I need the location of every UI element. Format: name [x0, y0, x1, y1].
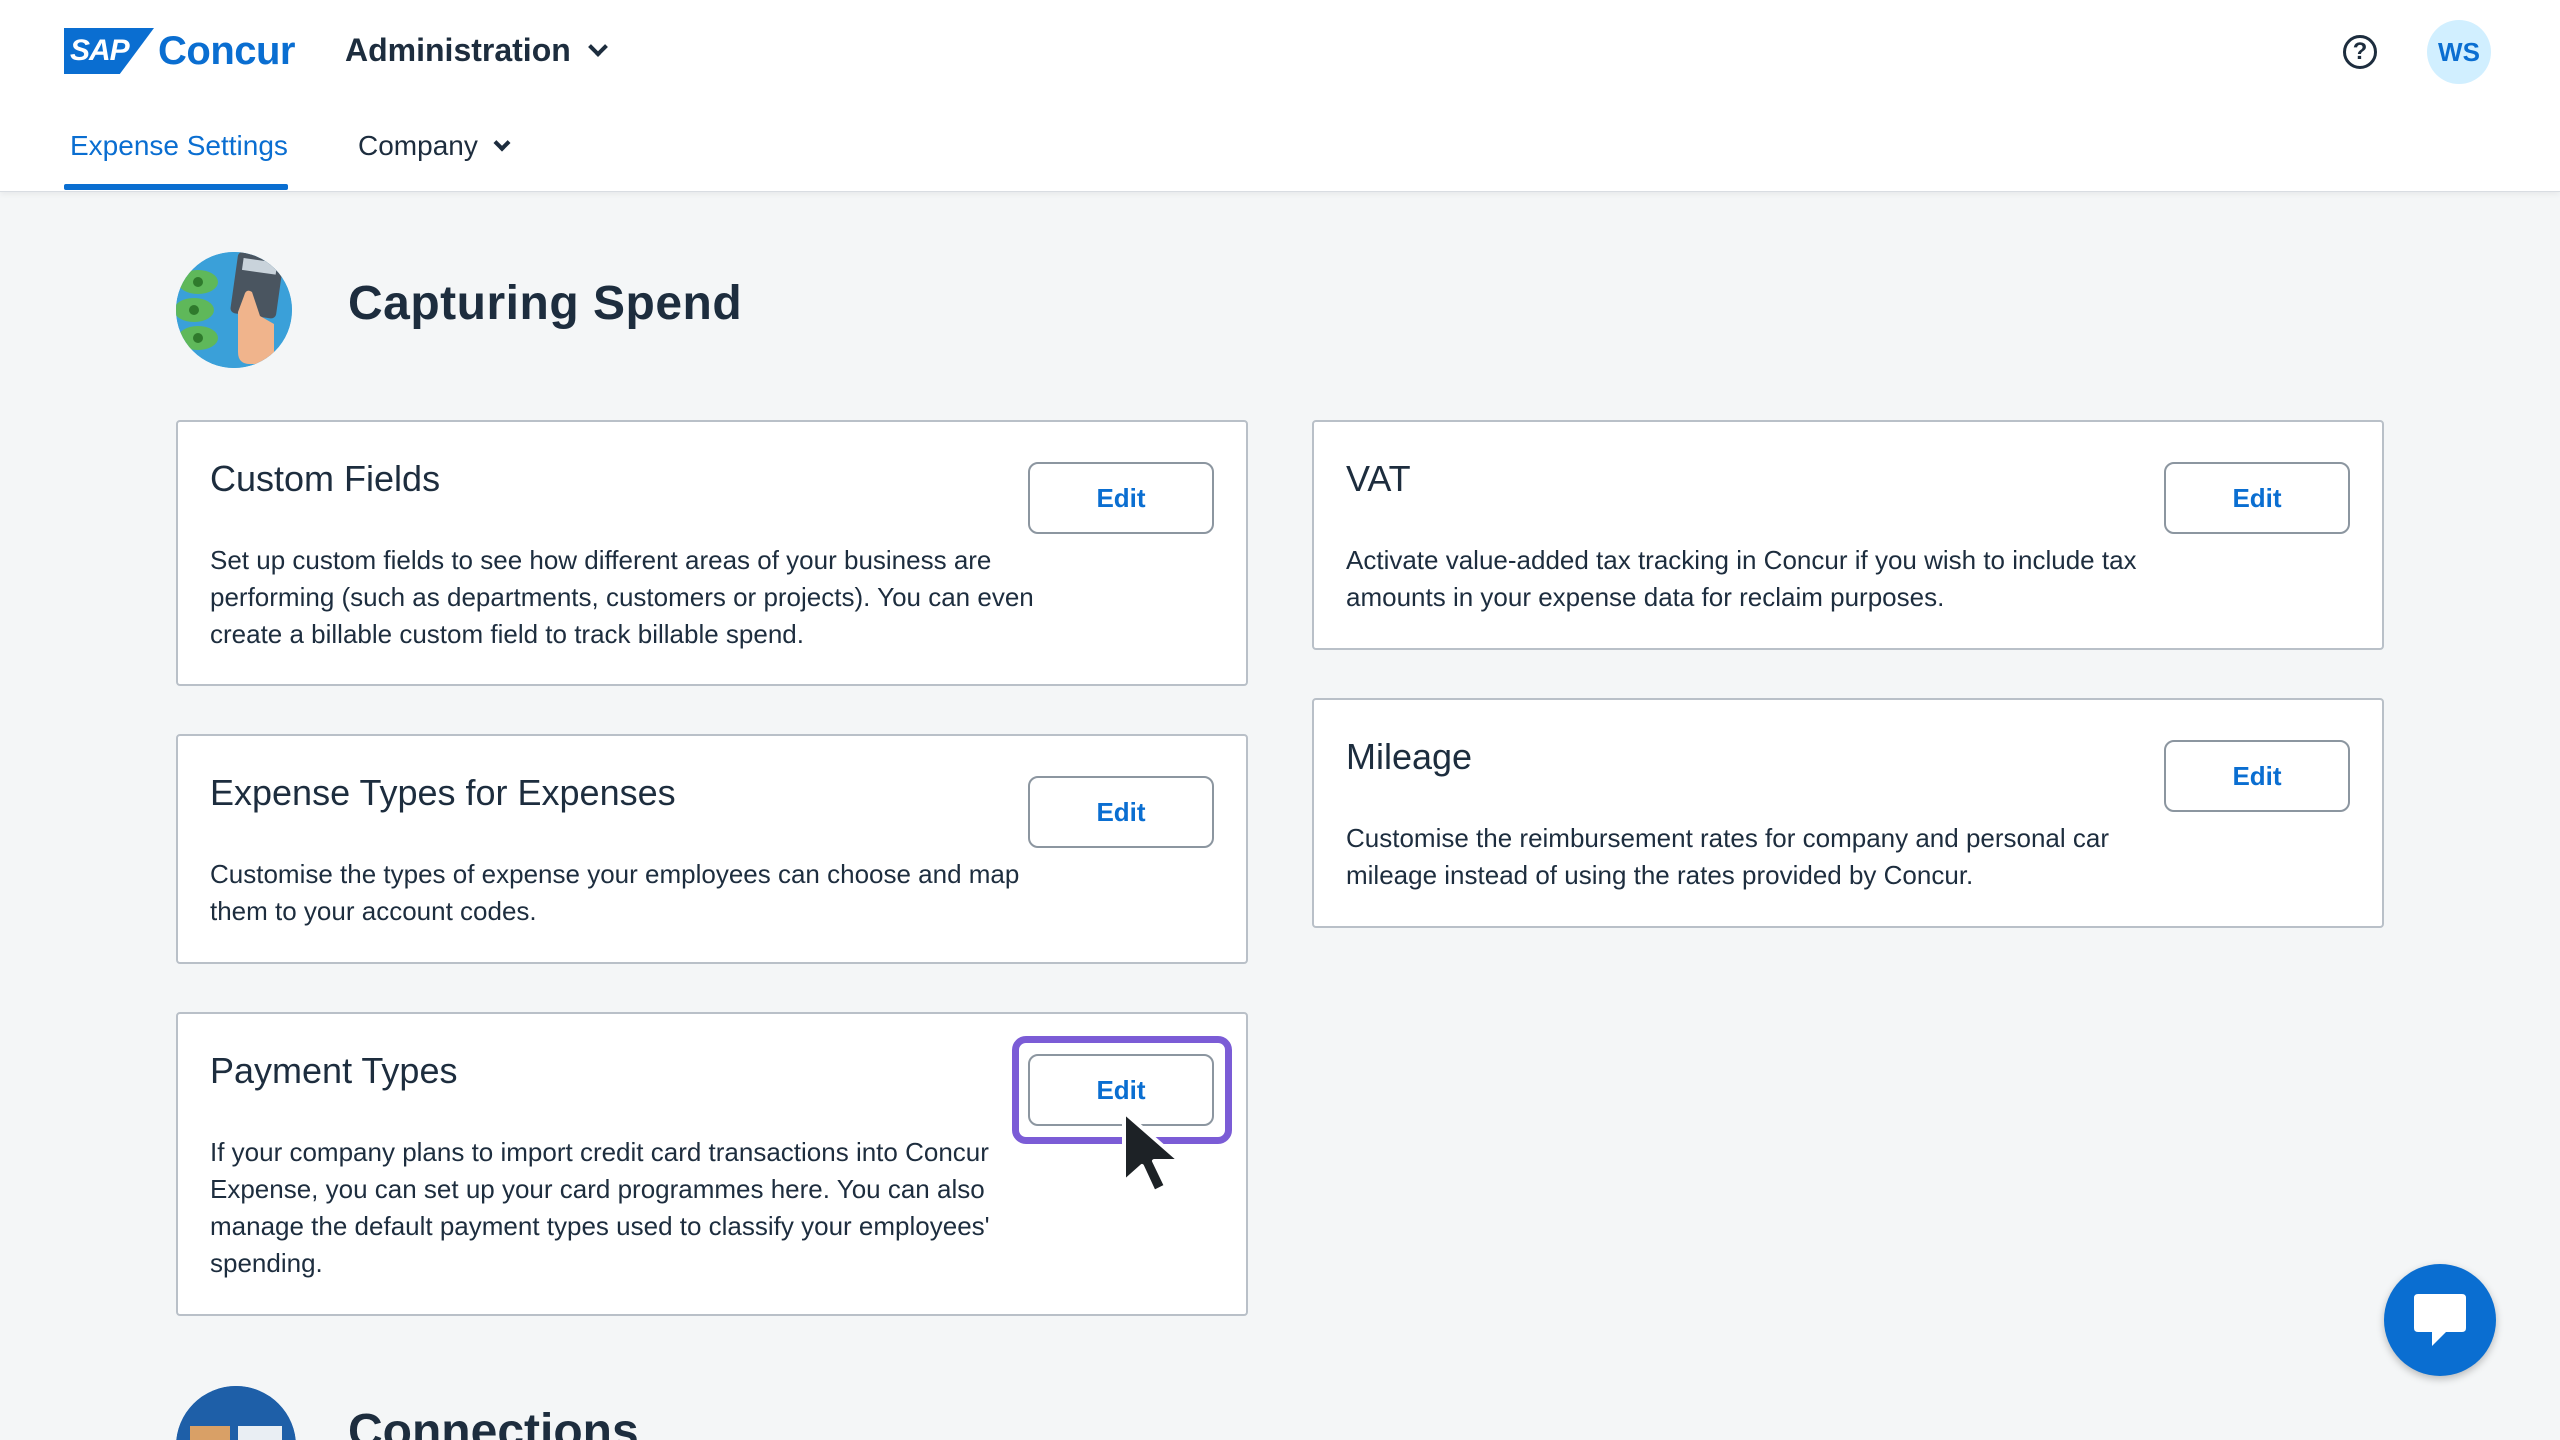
chat-bubble-icon: [2414, 1294, 2466, 1346]
card-description: Customise the types of expense your empl…: [210, 859, 1020, 926]
administration-menu-label: Administration: [345, 32, 571, 68]
card-title: Mileage: [1346, 736, 1473, 777]
user-avatar[interactable]: WS: [2427, 20, 2491, 84]
card-expense-types: Expense Types for Expenses Edit Customis…: [176, 734, 1248, 964]
card-description: Activate value-added tax tracking in Con…: [1346, 545, 2137, 612]
sap-logo-mark: SAP: [64, 28, 154, 74]
top-header: SAP Concur Administration ? WS Expense S…: [0, 0, 2560, 192]
card-description: If your company plans to import credit c…: [210, 1137, 990, 1278]
connections-icon: [176, 1386, 296, 1440]
section-title: Capturing Spend: [348, 277, 743, 330]
card-title: Payment Types: [210, 1050, 458, 1091]
sap-concur-logo[interactable]: SAP Concur: [64, 28, 296, 74]
card-description: Customise the reimbursement rates for co…: [1346, 823, 2110, 890]
tab-company[interactable]: Company: [358, 130, 511, 162]
edit-button[interactable]: Edit: [1028, 462, 1214, 534]
chevron-down-icon: [587, 36, 608, 57]
section2-title: Connections: [348, 1405, 639, 1440]
tab-company-label: Company: [358, 130, 478, 161]
card-mileage: Mileage Edit Customise the reimbursement…: [1312, 698, 2384, 928]
tab-expense-settings[interactable]: Expense Settings: [70, 130, 288, 162]
card-title: Expense Types for Expenses: [210, 772, 676, 813]
active-tab-indicator: [64, 184, 288, 190]
edit-button[interactable]: Edit: [2164, 740, 2350, 812]
help-icon[interactable]: ?: [2343, 35, 2377, 69]
chat-button[interactable]: [2384, 1264, 2496, 1376]
chevron-down-icon: [493, 134, 511, 152]
calculator-money-icon: [176, 252, 292, 368]
edit-button[interactable]: Edit: [1028, 776, 1214, 848]
card-vat: VAT Edit Activate value-added tax tracki…: [1312, 420, 2384, 650]
mouse-cursor-icon: [1120, 1108, 1192, 1199]
card-description: Set up custom fields to see how differen…: [210, 545, 1034, 649]
edit-button[interactable]: Edit: [2164, 462, 2350, 534]
card-custom-fields: Custom Fields Edit Set up custom fields …: [176, 420, 1248, 686]
administration-menu[interactable]: Administration: [345, 32, 608, 69]
concur-logo-text: Concur: [158, 28, 296, 73]
card-title: Custom Fields: [210, 458, 441, 499]
card-title: VAT: [1346, 458, 1411, 499]
